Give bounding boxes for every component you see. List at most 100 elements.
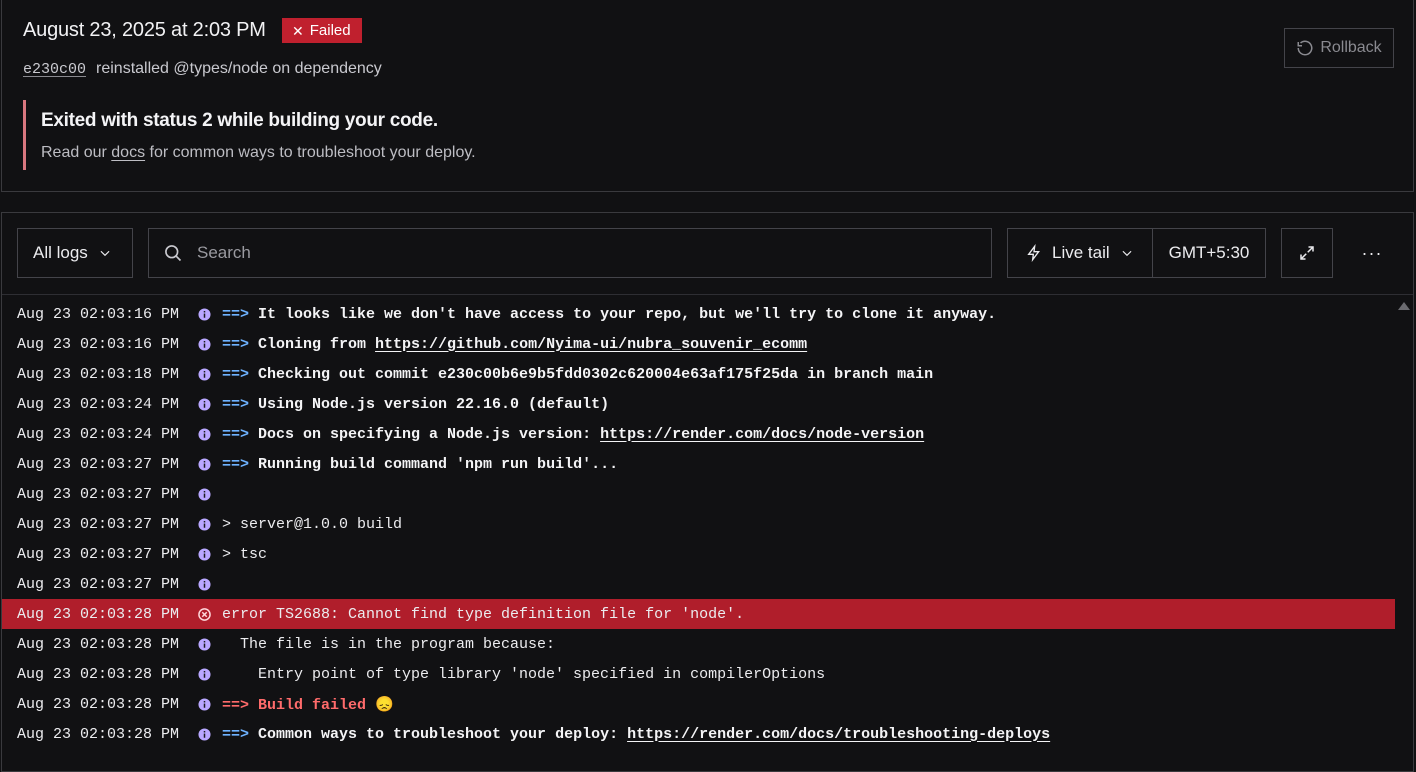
log-text: Checking out commit e230c00b6e9b5fdd0302… [258, 365, 934, 383]
log-timestamp: Aug 23 02:03:28 PM [17, 695, 180, 713]
info-icon [190, 727, 218, 741]
log-row: Aug 23 02:03:16 PM ==> It looks like we d… [2, 299, 1395, 329]
log-row: Aug 23 02:03:27 PM ==> Running build comm… [2, 449, 1395, 479]
log-arrow: ==> [222, 395, 259, 413]
log-timestamp: Aug 23 02:03:27 PM [17, 455, 180, 473]
log-row: Aug 23 02:03:27 PM > server@1.0.0 build [2, 509, 1395, 539]
log-message: ==> Running build command 'npm run build… [218, 456, 618, 473]
log-text: Docs on specifying a Node.js version: [258, 425, 601, 443]
docs-link[interactable]: docs [111, 144, 145, 161]
log-message: error TS2688: Cannot find type definitio… [218, 606, 744, 623]
rollback-label: Rollback [1320, 39, 1382, 56]
log-timestamp: Aug 23 02:03:28 PM [17, 605, 180, 623]
info-icon [190, 637, 218, 651]
log-timestamp: Aug 23 02:03:27 PM [17, 515, 180, 533]
more-options-button[interactable]: ··· [1354, 228, 1390, 278]
expand-button[interactable] [1281, 228, 1333, 278]
search-input[interactable] [197, 243, 957, 263]
commit-message: reinstalled @types/node on dependency [96, 60, 382, 77]
info-icon [190, 337, 218, 351]
log-timestamp: Aug 23 02:03:28 PM [17, 725, 180, 743]
live-tail-group: Live tail GMT+5:30 [1007, 228, 1266, 278]
info-icon [190, 307, 218, 321]
ellipsis-icon: ··· [1361, 242, 1383, 263]
close-icon: ✕ [292, 22, 304, 39]
log-link[interactable]: https://render.com/docs/troubleshooting-… [627, 726, 1050, 743]
info-icon [190, 457, 218, 471]
log-timestamp: Aug 23 02:03:16 PM [17, 335, 180, 353]
info-icon [190, 697, 218, 711]
log-message: The file is in the program because: [218, 636, 555, 653]
log-row: Aug 23 02:03:16 PM ==> Cloning from https… [2, 329, 1395, 359]
log-timestamp: Aug 23 02:03:24 PM [17, 395, 180, 413]
log-row: Aug 23 02:03:18 PM ==> Checking out commi… [2, 359, 1395, 389]
deploy-summary-card: August 23, 2025 at 2:03 PM ✕ Failed e230… [1, 0, 1414, 192]
log-text: > tsc [222, 545, 268, 563]
expand-icon [1300, 246, 1314, 260]
info-icon [190, 547, 218, 561]
log-timestamp: Aug 23 02:03:27 PM [17, 575, 180, 593]
info-icon [190, 517, 218, 531]
log-message: ==> Checking out commit e230c00b6e9b5fdd… [218, 366, 933, 383]
log-filter-select[interactable]: All logs [17, 228, 133, 278]
rollback-icon [1297, 40, 1313, 56]
log-timestamp: Aug 23 02:03:27 PM [17, 545, 180, 563]
commit-line: e230c00 reinstalled @types/node on depen… [23, 60, 382, 78]
timezone-button[interactable]: GMT+5:30 [1153, 243, 1265, 263]
log-message: ==> Using Node.js version 22.16.0 (defau… [218, 396, 609, 413]
log-text: Cloning from [258, 335, 376, 353]
lightning-icon [1027, 244, 1040, 262]
log-text: Entry point of type library 'node' speci… [222, 665, 826, 683]
log-text: Common ways to troubleshoot your deploy: [258, 725, 628, 743]
log-message: > server@1.0.0 build [218, 516, 402, 533]
log-row: Aug 23 02:03:28 PM Entry point of type l… [2, 659, 1395, 689]
log-arrow: ==> [222, 365, 259, 383]
log-row: Aug 23 02:03:28 PM ==> Common ways to tro… [2, 719, 1395, 749]
log-arrow: ==> [222, 305, 259, 323]
log-timestamp: Aug 23 02:03:16 PM [17, 305, 180, 323]
scroll-up-arrow[interactable] [1397, 300, 1411, 312]
error-help-prefix: Read our [41, 144, 112, 161]
log-timestamp: Aug 23 02:03:27 PM [17, 485, 180, 503]
rollback-button[interactable]: Rollback [1284, 28, 1394, 68]
info-icon [190, 367, 218, 381]
log-message: ==> Cloning from https://github.com/Nyim… [218, 336, 807, 353]
toolbar-divider [2, 294, 1413, 295]
log-text: > server@1.0.0 build [222, 515, 403, 533]
log-row: Aug 23 02:03:24 PM ==> Docs on specifying… [2, 419, 1395, 449]
live-tail-button[interactable]: Live tail [1008, 229, 1153, 277]
log-message: ==> It looks like we don't have access t… [218, 306, 996, 323]
log-link[interactable]: https://github.com/Nyima-ui/nubra_souven… [375, 336, 807, 353]
live-tail-label: Live tail [1052, 243, 1110, 262]
log-row: Aug 23 02:03:27 PM [2, 479, 1395, 509]
log-arrow: ==> [222, 455, 259, 473]
log-arrow: ==> [222, 425, 259, 443]
log-arrow: ==> [222, 335, 259, 353]
info-icon [190, 427, 218, 441]
log-timestamp: Aug 23 02:03:28 PM [17, 635, 180, 653]
log-arrow: ==> [222, 725, 259, 743]
logs-panel: All logs Live tail GMT+5:30 ··· Aug 23 0… [1, 212, 1414, 772]
log-row: Aug 23 02:03:27 PM > tsc [2, 539, 1395, 569]
log-arrow: ==> [222, 696, 259, 714]
log-message: ==> Docs on specifying a Node.js version… [218, 426, 924, 443]
info-icon [190, 487, 218, 501]
log-timestamp: Aug 23 02:03:28 PM [17, 665, 180, 683]
log-message: Entry point of type library 'node' speci… [218, 666, 825, 683]
log-row: Aug 23 02:03:27 PM [2, 569, 1395, 599]
log-link[interactable]: https://render.com/docs/node-version [600, 426, 924, 443]
error-heading: Exited with status 2 while building your… [41, 110, 438, 131]
info-icon [190, 577, 218, 591]
error-icon [190, 607, 218, 621]
deploy-title: August 23, 2025 at 2:03 PM [23, 19, 266, 41]
search-box[interactable] [148, 228, 992, 278]
log-message: > tsc [218, 546, 267, 563]
status-badge: ✕ Failed [282, 18, 362, 43]
log-text: error TS2688: Cannot find type definitio… [222, 605, 745, 623]
log-text: Using Node.js version 22.16.0 (default) [258, 395, 610, 413]
commit-hash-link[interactable]: e230c00 [23, 61, 86, 78]
log-list: Aug 23 02:03:16 PM ==> It looks like we d… [2, 299, 1395, 749]
error-help-text: Read our docs for common ways to trouble… [41, 144, 823, 162]
log-text: Running build command 'npm run build'... [258, 455, 619, 473]
log-row: Aug 23 02:03:28 PM error TS2688: Cannot f… [2, 599, 1395, 629]
